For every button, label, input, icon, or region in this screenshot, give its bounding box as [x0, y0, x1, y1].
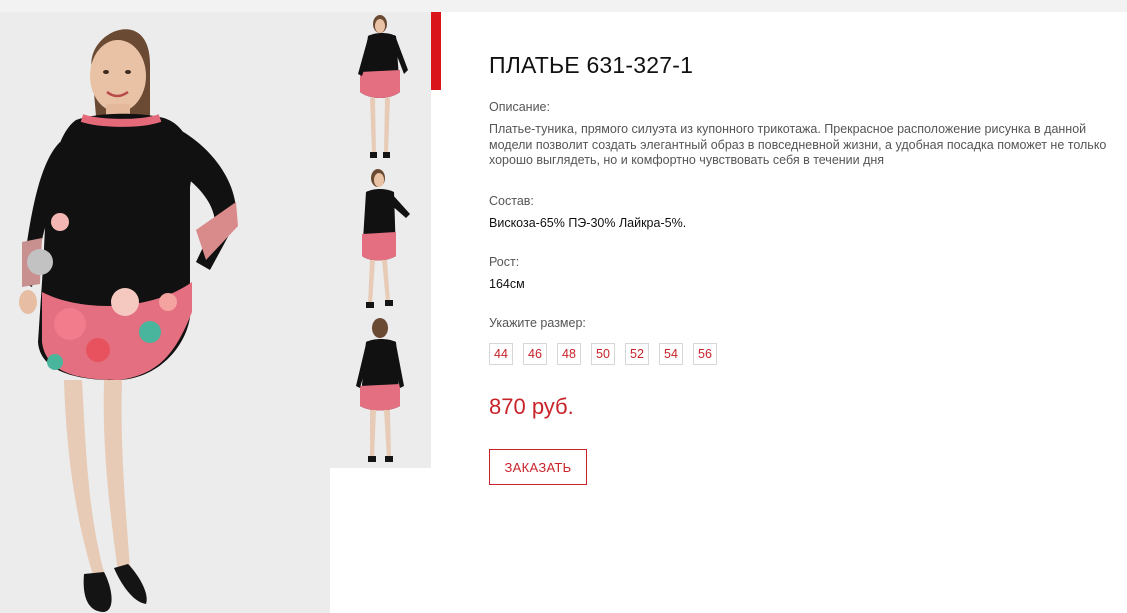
description-label: Описание: [489, 100, 550, 114]
composition-label: Состав: [489, 194, 534, 208]
height-value: 164см [489, 277, 525, 291]
thumbnail-side[interactable] [330, 164, 431, 316]
size-selector: 44 46 48 50 52 54 56 [489, 343, 717, 365]
size-option-56[interactable]: 56 [693, 343, 717, 365]
size-label: Укажите размер: [489, 316, 586, 330]
size-option-46[interactable]: 46 [523, 343, 547, 365]
size-option-50[interactable]: 50 [591, 343, 615, 365]
active-thumbnail-marker [431, 12, 441, 90]
thumbnail-gallery [330, 12, 431, 468]
thumbnail-back-photo [356, 318, 404, 462]
main-product-photo [0, 12, 330, 613]
top-bar [0, 0, 1127, 12]
size-option-44[interactable]: 44 [489, 343, 513, 365]
thumbnail-front[interactable] [330, 12, 431, 164]
product-description: Платье-туника, прямого силуэта из купонн… [489, 122, 1107, 167]
size-option-48[interactable]: 48 [557, 343, 581, 365]
thumbnail-front-photo [358, 15, 408, 158]
composition-value: Вискоза-65% ПЭ-30% Лайкра-5%. [489, 216, 687, 230]
height-label: Рост: [489, 255, 520, 269]
order-button[interactable]: ЗАКАЗАТЬ [489, 449, 587, 485]
product-price: 870 руб. [489, 394, 574, 419]
product-title: ПЛАТЬЕ 631-327-1 [489, 52, 694, 78]
size-option-52[interactable]: 52 [625, 343, 649, 365]
size-option-54[interactable]: 54 [659, 343, 683, 365]
model-photo-illustration [19, 29, 238, 612]
thumbnail-side-photo [362, 169, 410, 308]
thumbnail-back[interactable] [330, 316, 431, 468]
